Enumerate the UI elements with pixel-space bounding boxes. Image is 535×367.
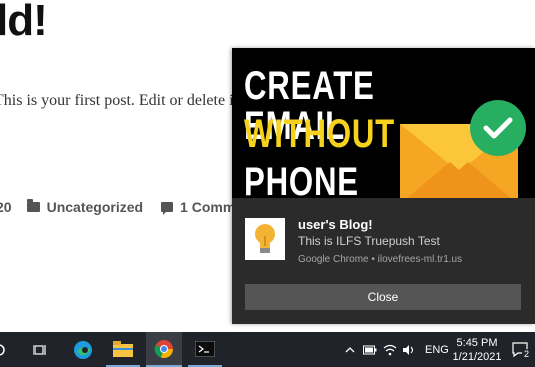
- promo-line-2: WITHOUT: [244, 112, 396, 156]
- notification-title: user's Blog!: [298, 217, 373, 232]
- category-link[interactable]: Uncategorized: [47, 199, 143, 215]
- search-icon[interactable]: [0, 332, 12, 367]
- action-center-icon[interactable]: 2: [510, 332, 532, 367]
- clock[interactable]: 5:45 PM 1/21/2021: [452, 336, 502, 364]
- check-icon: [470, 100, 526, 156]
- chevron-up-icon[interactable]: [343, 332, 357, 367]
- post-body: This is your first post. Edit or delete …: [0, 92, 234, 109]
- notification-content[interactable]: user's Blog! This is ILFS Truepush Test …: [232, 198, 535, 324]
- notification-promo-image[interactable]: CREATE EMAIL WITHOUT PHONE: [232, 48, 535, 198]
- notification-count-badge: 2: [522, 349, 532, 359]
- post-meta: 20 Uncategorized 1 Comment: [0, 198, 240, 216]
- terminal-icon[interactable]: [188, 332, 222, 367]
- clock-date: 1/21/2021: [452, 351, 502, 363]
- lightbulb-icon: [245, 218, 285, 260]
- task-view-icon[interactable]: [26, 332, 54, 367]
- post-date[interactable]: 20: [0, 199, 12, 215]
- file-explorer-icon[interactable]: [106, 332, 140, 367]
- folder-icon: [26, 199, 40, 212]
- post-title: ld!: [0, 0, 48, 45]
- chrome-icon[interactable]: [146, 332, 182, 367]
- notification-message: This is ILFS Truepush Test: [298, 234, 440, 248]
- close-button[interactable]: Close: [245, 284, 521, 310]
- chrome-notification[interactable]: CREATE EMAIL WITHOUT PHONE user's Blog! …: [232, 48, 535, 324]
- wifi-icon[interactable]: [382, 332, 398, 367]
- edge-icon[interactable]: [66, 332, 100, 367]
- taskbar: ENG 5:45 PM 1/21/2021 2: [0, 332, 535, 367]
- comment-icon: [161, 202, 174, 215]
- clock-time: 5:45 PM: [456, 337, 498, 349]
- notification-source: Google Chrome • ilovefrees-ml.tr1.us: [298, 254, 463, 265]
- promo-line-3: PHONE: [244, 160, 359, 198]
- battery-icon[interactable]: [362, 332, 378, 367]
- volume-icon[interactable]: [401, 332, 417, 367]
- language-indicator[interactable]: ENG: [425, 344, 449, 356]
